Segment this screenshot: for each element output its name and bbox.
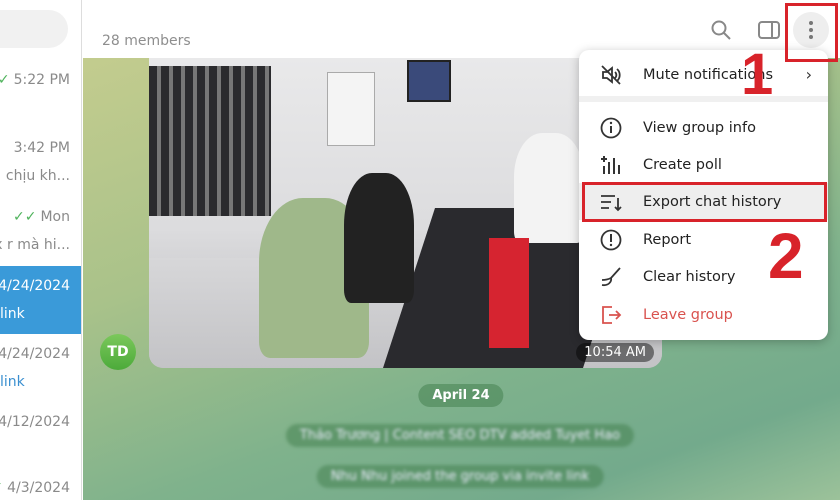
photo-poster xyxy=(327,72,375,146)
photo-shelf xyxy=(149,66,271,216)
chat-list-item[interactable]: 4/12/2024 xyxy=(0,402,81,470)
menu-item-label: Report xyxy=(643,231,692,248)
menu-item-label: View group info xyxy=(643,119,756,136)
chat-list-sidebar: ✓5:22 PM 3:42 PM chịu kh... ✓✓Mon x r mà… xyxy=(0,0,82,500)
chat-time: 4/24/2024 xyxy=(0,346,70,362)
broom-icon xyxy=(601,266,621,286)
chat-list-item[interactable]: 3:42 PM chịu kh... xyxy=(0,128,81,196)
info-icon xyxy=(600,117,622,138)
chat-list-item-selected[interactable]: 4/24/2024 link xyxy=(0,266,81,334)
chat-time: 5:22 PM xyxy=(13,72,70,88)
menu-item-label: Leave group xyxy=(643,306,733,323)
menu-divider xyxy=(579,96,828,102)
sidebar-toggle-icon[interactable] xyxy=(757,18,781,42)
mute-icon xyxy=(601,64,621,85)
search-input[interactable] xyxy=(0,10,68,48)
chat-preview: x r mà hi... xyxy=(0,237,70,253)
member-count: 28 members xyxy=(102,33,191,49)
chat-time: Mon xyxy=(40,209,70,225)
menu-item-view-group-info[interactable]: View group info xyxy=(579,109,828,146)
menu-item-create-poll[interactable]: Create poll xyxy=(579,146,828,183)
chat-time: 4/12/2024 xyxy=(0,414,70,430)
message-time: 10:54 AM xyxy=(576,343,654,362)
service-message: Nhu Nhu joined the group via invite link xyxy=(316,465,604,488)
annotation-box-more-button xyxy=(785,3,838,62)
report-icon xyxy=(600,229,622,250)
photo-person xyxy=(344,173,414,303)
chat-preview: link xyxy=(0,306,25,322)
menu-item-label: Clear history xyxy=(643,268,736,285)
annotation-step-1: 1 xyxy=(741,42,774,107)
chat-time: 4/3/2024 xyxy=(7,480,70,496)
double-check-icon: ✓ xyxy=(0,480,3,496)
menu-item-label: Create poll xyxy=(643,156,722,173)
date-pill: April 24 xyxy=(418,384,504,407)
avatar[interactable]: TD xyxy=(100,334,136,370)
annotation-box-export xyxy=(582,182,827,222)
photo-screen xyxy=(407,60,451,102)
chat-list-item[interactable]: ✓5:22 PM xyxy=(0,60,81,128)
double-check-icon: ✓ xyxy=(0,72,10,88)
annotation-step-2: 2 xyxy=(768,220,804,292)
chat-time: 3:42 PM xyxy=(13,140,70,156)
photo-person xyxy=(514,133,584,243)
chevron-right-icon: › xyxy=(805,65,812,84)
chat-list-item[interactable]: ✓4/3/2024 xyxy=(0,470,81,500)
chat-preview: chịu kh... xyxy=(5,168,70,184)
menu-item-leave-group[interactable]: Leave group xyxy=(579,296,828,333)
search-icon[interactable] xyxy=(709,18,733,42)
double-check-icon: ✓✓ xyxy=(13,209,37,225)
chat-preview: link xyxy=(0,374,25,390)
leave-icon xyxy=(602,305,622,324)
poll-icon xyxy=(601,155,620,174)
chat-list-item[interactable]: 4/24/2024 link xyxy=(0,334,81,402)
chat-time: 4/24/2024 xyxy=(0,278,70,294)
service-message: Thảo Trương | Content SEO DTV added Tuye… xyxy=(285,424,635,447)
chat-list-item[interactable]: ✓✓ Mon x r mà hi... xyxy=(0,197,81,265)
photo-banner xyxy=(489,238,529,348)
